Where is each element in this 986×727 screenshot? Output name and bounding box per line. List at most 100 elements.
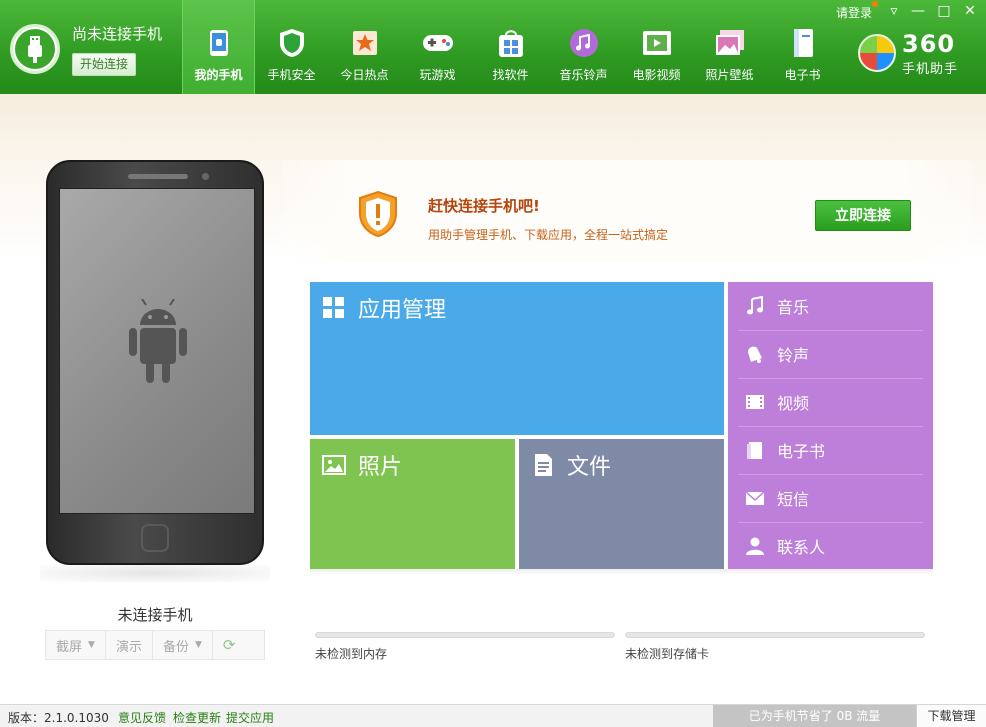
- banner-subtitle: 用助手管理手机、下载应用，全程一站式搞定: [428, 228, 669, 242]
- nav-item-1[interactable]: 手机安全: [255, 0, 328, 94]
- sdcard-bar: [625, 632, 925, 638]
- document-icon: [535, 454, 552, 476]
- login-link[interactable]: 请登录: [836, 4, 872, 21]
- media-label-video: 视频: [777, 394, 810, 413]
- nav-item-7[interactable]: 照片壁纸: [693, 0, 766, 94]
- bell-icon: [744, 343, 766, 365]
- traffic-saved-text: 已为手机节省了 0B 流量: [713, 705, 916, 727]
- nav-item-8[interactable]: 电子书: [766, 0, 839, 94]
- shield-icon: [275, 26, 309, 60]
- banner-title: 赶快连接手机吧!: [428, 197, 540, 215]
- usb-connection-icon[interactable]: [10, 24, 60, 74]
- media-label-music: 音乐: [777, 298, 810, 317]
- nav-item-6[interactable]: 电影视频: [620, 0, 693, 94]
- media-label-contacts: 联系人: [777, 538, 826, 557]
- maximize-icon[interactable]: □: [934, 2, 954, 20]
- nav-item-4[interactable]: 找软件: [474, 0, 547, 94]
- android-icon: [129, 299, 187, 383]
- refresh-icon[interactable]: ⟳: [213, 631, 246, 659]
- media-item-contacts[interactable]: 联系人: [728, 522, 933, 570]
- phone-tools: 截屏 ▼ 演示 备份 ▼ ⟳: [45, 630, 265, 660]
- film-strip-icon: [744, 391, 766, 413]
- chevron-down-icon: ▼: [88, 640, 95, 650]
- music-note-icon: [744, 295, 766, 317]
- music-icon: [567, 26, 601, 60]
- grid-icon: [323, 297, 344, 318]
- phone-status-text: 尚未连接手机: [72, 25, 163, 43]
- top-header: 尚未连接手机 开始连接 我的手机 手机安全 今日热点 玩游戏 找软件 音乐铃声 电影视频 照片…: [0, 0, 986, 94]
- media-item-video[interactable]: 视频: [728, 378, 933, 426]
- memory-label: 未检测到内存: [315, 647, 388, 661]
- apps-bag-icon: [494, 26, 528, 60]
- photo-icon: [713, 26, 747, 60]
- check-update-link[interactable]: 检查更新: [173, 709, 221, 726]
- media-item-ringtone[interactable]: 铃声: [728, 330, 933, 378]
- demo-tool[interactable]: 演示: [106, 631, 153, 659]
- nav-label: 我的手机: [194, 68, 243, 82]
- feedback-link[interactable]: 意见反馈: [118, 709, 166, 726]
- nav-item-0[interactable]: 我的手机: [182, 0, 255, 94]
- backup-label: 备份: [162, 639, 189, 655]
- nav-item-3[interactable]: 玩游戏: [401, 0, 474, 94]
- media-panel: 音乐 铃声 视频 电子书 短信 联系人: [728, 282, 933, 569]
- ebook-icon: [744, 439, 766, 461]
- brand-ball-icon: [858, 34, 896, 72]
- close-icon[interactable]: ✕: [960, 2, 980, 20]
- nav-item-5[interactable]: 音乐铃声: [547, 0, 620, 94]
- picture-icon: [322, 455, 346, 475]
- warning-shield-icon: [359, 190, 397, 238]
- main-area: 未连接手机 截屏 ▼ 演示 备份 ▼ ⟳ 赶快连接手机吧! 用助手管理手机、下载…: [0, 94, 986, 704]
- nav-label: 手机安全: [267, 68, 316, 82]
- media-label-sms: 短信: [777, 490, 810, 509]
- submit-app-link[interactable]: 提交应用: [226, 709, 274, 726]
- nav-label: 电影视频: [632, 68, 681, 82]
- book-icon: [786, 26, 820, 60]
- minimize-icon[interactable]: —: [908, 2, 928, 20]
- media-label-ebook: 电子书: [777, 442, 826, 461]
- film-icon: [640, 26, 674, 60]
- brand-logo: 360 手机助手: [858, 30, 978, 77]
- star-icon: [348, 26, 382, 60]
- version-text: 版本：2.1.0.1030: [8, 711, 109, 725]
- menu-icon[interactable]: ▿: [884, 2, 904, 20]
- app-management-label: 应用管理: [358, 298, 447, 323]
- download-manager-button[interactable]: 下载管理: [916, 705, 986, 727]
- start-connect-button[interactable]: 开始连接: [72, 53, 136, 76]
- nav-item-2[interactable]: 今日热点: [328, 0, 401, 94]
- app-management-tile[interactable]: 应用管理: [310, 282, 724, 435]
- nav-label: 玩游戏: [419, 68, 456, 82]
- nav-label: 电子书: [784, 68, 821, 82]
- media-item-music[interactable]: 音乐: [728, 282, 933, 330]
- connect-now-button[interactable]: 立即连接: [815, 200, 911, 231]
- chevron-down-icon: ▼: [194, 640, 202, 650]
- status-bar: 版本：2.1.0.1030 意见反馈 检查更新 提交应用 已为手机节省了 0B …: [0, 704, 986, 727]
- media-label-ringtone: 铃声: [777, 346, 810, 365]
- phone-home-button: [141, 524, 169, 552]
- connect-banner: 赶快连接手机吧! 用助手管理手机、下载应用，全程一站式搞定 立即连接: [282, 160, 972, 262]
- memory-bar: [315, 632, 615, 638]
- screenshot-tool[interactable]: 截屏 ▼: [46, 631, 106, 659]
- phone-screen: [59, 188, 255, 514]
- backup-tool[interactable]: 备份 ▼: [153, 631, 213, 659]
- nav-label: 今日热点: [340, 68, 389, 82]
- contact-icon: [744, 535, 766, 557]
- demo-label: 演示: [115, 639, 142, 655]
- gamepad-icon: [421, 26, 455, 60]
- nav-label: 照片壁纸: [705, 68, 754, 82]
- main-nav: 我的手机 手机安全 今日热点 玩游戏 找软件 音乐铃声 电影视频 照片壁纸 电子书: [182, 0, 839, 94]
- phone-speaker: [128, 174, 188, 179]
- sdcard-label: 未检测到存储卡: [625, 647, 710, 661]
- phone-illustration: [46, 160, 264, 565]
- nav-label: 找软件: [492, 68, 529, 82]
- phone-camera: [202, 173, 209, 180]
- files-tile[interactable]: 文件: [519, 439, 724, 569]
- envelope-icon: [744, 487, 766, 509]
- media-item-sms[interactable]: 短信: [728, 474, 933, 522]
- tiles-shadow: [310, 569, 933, 575]
- phone-caption: 未连接手机: [117, 606, 193, 624]
- media-item-ebook[interactable]: 电子书: [728, 426, 933, 474]
- files-label: 文件: [567, 455, 612, 480]
- notification-dot: [872, 1, 878, 7]
- photos-tile[interactable]: 照片: [310, 439, 515, 569]
- brand-name: 手机助手: [902, 62, 959, 77]
